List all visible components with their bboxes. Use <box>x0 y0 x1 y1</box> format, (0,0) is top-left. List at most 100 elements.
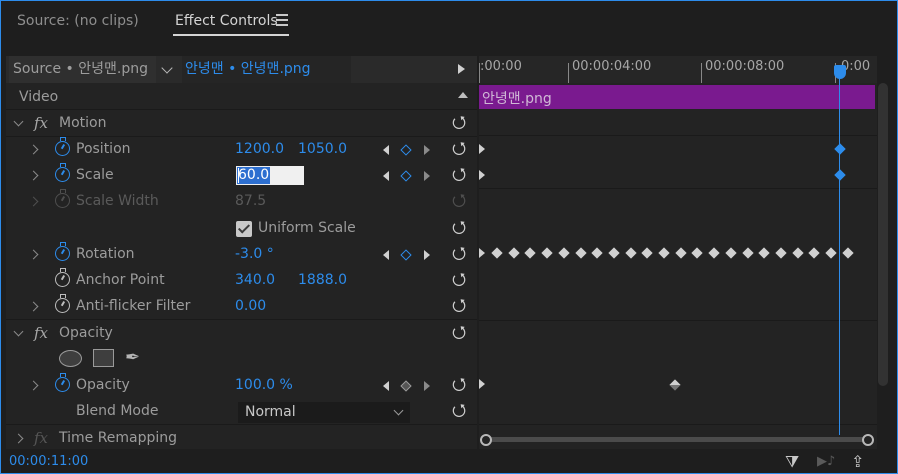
keyframe-marker[interactable] <box>641 247 653 259</box>
keyframe-marker[interactable] <box>591 247 603 259</box>
prev-keyframe-icon[interactable] <box>383 381 389 391</box>
rectangle-mask-icon[interactable] <box>93 349 114 367</box>
stopwatch-icon[interactable] <box>55 242 70 261</box>
keyframe-marker[interactable] <box>808 247 820 259</box>
keyframe-marker[interactable] <box>791 247 804 259</box>
keyframe-marker[interactable] <box>842 247 854 259</box>
keyframe-marker[interactable] <box>658 247 670 259</box>
keyframe-marker[interactable] <box>675 247 687 259</box>
tab-source[interactable]: Source: (no clips) <box>17 13 139 29</box>
opacity-value[interactable]: 100.0 % <box>235 377 293 393</box>
keyframe-marker[interactable] <box>624 247 637 259</box>
reset-icon[interactable]: ⭯ <box>449 218 469 238</box>
next-keyframe-icon[interactable] <box>424 171 430 181</box>
next-keyframe-icon[interactable] <box>424 145 430 155</box>
filter-icon[interactable]: ⧩ <box>785 452 799 472</box>
chevron-down-icon[interactable] <box>161 62 173 74</box>
scroll-end-handle[interactable] <box>862 434 874 446</box>
time-ruler[interactable]: :00:00 00:00:04:00 00:00:08:00 0:00 <box>479 56 877 83</box>
reset-icon[interactable]: ⭯ <box>449 296 469 316</box>
twirl-closed-icon[interactable] <box>28 144 39 155</box>
reset-icon[interactable]: ⭯ <box>449 165 469 185</box>
reset-icon[interactable]: ⭯ <box>449 270 469 290</box>
reset-icon[interactable]: ⭯ <box>449 113 469 133</box>
stopwatch-icon[interactable] <box>55 294 70 313</box>
uniform-scale-checkbox[interactable] <box>236 221 252 237</box>
play-audio-icon[interactable]: ▶♪ <box>817 454 835 469</box>
anchor-x-value[interactable]: 340.0 <box>235 272 275 288</box>
twirl-open-icon[interactable] <box>13 116 24 127</box>
reset-icon[interactable]: ⭯ <box>449 375 469 395</box>
current-timecode[interactable]: 00:00:11:00 <box>9 454 88 469</box>
playhead-handle[interactable] <box>834 65 846 79</box>
keyframe-marker[interactable] <box>775 247 787 259</box>
stopwatch-icon[interactable] <box>55 137 70 156</box>
keyframe-marker[interactable] <box>691 247 704 259</box>
pen-mask-icon[interactable]: ✒ <box>125 347 140 368</box>
stopwatch-icon[interactable] <box>55 163 70 182</box>
time-remapping-row[interactable]: fx Time Remapping <box>6 426 477 449</box>
prev-keyframe-icon[interactable] <box>383 145 389 155</box>
reset-icon[interactable]: ⭯ <box>449 401 469 421</box>
play-triangle-icon[interactable] <box>458 64 465 74</box>
add-keyframe-icon[interactable] <box>400 380 412 392</box>
scroll-start-handle[interactable] <box>480 434 492 446</box>
reset-icon[interactable]: ⭯ <box>449 139 469 159</box>
keyframe-marker[interactable] <box>608 247 620 259</box>
anchor-y-value[interactable]: 1888.0 <box>298 272 347 288</box>
add-keyframe-icon[interactable] <box>400 249 412 261</box>
twirl-closed-icon[interactable] <box>28 249 39 260</box>
opacity-effect-row[interactable]: fx Opacity ⭯ <box>6 321 477 347</box>
keyframe-marker[interactable] <box>491 247 503 259</box>
horizontal-scrollbar[interactable] <box>480 433 878 446</box>
collapse-up-icon[interactable] <box>458 92 468 98</box>
twirl-open-icon[interactable] <box>13 326 24 337</box>
anti-flicker-value[interactable]: 0.00 <box>235 298 266 314</box>
keyframe-timeline[interactable]: :00:00 00:00:04:00 00:00:08:00 0:00 안녕맨.… <box>479 56 877 449</box>
scroll-track[interactable] <box>487 437 868 442</box>
keyframe-marker[interactable] <box>725 247 737 259</box>
keyframe-marker[interactable] <box>574 247 587 259</box>
add-keyframe-icon[interactable] <box>400 170 412 182</box>
keyframe-marker[interactable] <box>669 379 681 391</box>
clip-bar[interactable]: 안녕맨.png <box>479 85 875 109</box>
fx-icon[interactable]: fx <box>34 114 48 132</box>
position-y-value[interactable]: 1050.0 <box>298 141 347 157</box>
sequence-clip-label[interactable]: 안녕맨 • 안녕맨.png <box>182 56 351 83</box>
prev-keyframe-icon[interactable] <box>383 250 389 260</box>
add-keyframe-icon[interactable] <box>400 144 412 156</box>
keyframe-marker[interactable] <box>558 247 570 259</box>
reset-icon[interactable]: ⭯ <box>449 323 469 343</box>
vertical-scrollbar[interactable] <box>878 83 888 386</box>
ellipse-mask-icon[interactable] <box>59 350 82 367</box>
twirl-closed-icon[interactable] <box>28 170 39 181</box>
stopwatch-icon[interactable] <box>55 373 70 392</box>
position-x-value[interactable]: 1200.0 <box>235 141 284 157</box>
blend-mode-select[interactable]: Normal <box>238 402 410 423</box>
keyframe-marker[interactable] <box>508 247 520 259</box>
twirl-closed-icon[interactable] <box>13 433 24 444</box>
keyframe-marker[interactable] <box>524 247 537 259</box>
fx-icon[interactable]: fx <box>34 324 48 342</box>
keyframe-marker[interactable] <box>741 247 754 259</box>
keyframe-marker[interactable] <box>541 247 553 259</box>
source-clip-label[interactable]: Source • 안녕맨.png <box>9 56 156 83</box>
keyframe-marker[interactable] <box>834 143 846 155</box>
scale-value-input[interactable]: 60.0 <box>236 166 304 185</box>
reset-icon[interactable]: ⭯ <box>449 244 469 264</box>
motion-effect-row[interactable]: fx Motion ⭯ <box>6 111 477 137</box>
rotation-value[interactable]: -3.0 ° <box>235 246 274 262</box>
keyframe-marker[interactable] <box>825 247 837 259</box>
twirl-closed-icon[interactable] <box>28 380 39 391</box>
keyframe-marker[interactable] <box>834 169 846 181</box>
panel-menu-icon[interactable] <box>276 14 288 29</box>
twirl-closed-icon[interactable] <box>28 301 39 312</box>
export-icon[interactable]: ⇪ <box>851 452 864 471</box>
stopwatch-icon[interactable] <box>55 268 70 287</box>
next-keyframe-icon[interactable] <box>424 381 430 391</box>
tab-effect-controls[interactable]: Effect Controls <box>175 13 278 29</box>
keyframe-marker[interactable] <box>708 247 720 259</box>
next-keyframe-icon[interactable] <box>424 250 430 260</box>
keyframe-marker[interactable] <box>758 247 770 259</box>
prev-keyframe-icon[interactable] <box>383 171 389 181</box>
